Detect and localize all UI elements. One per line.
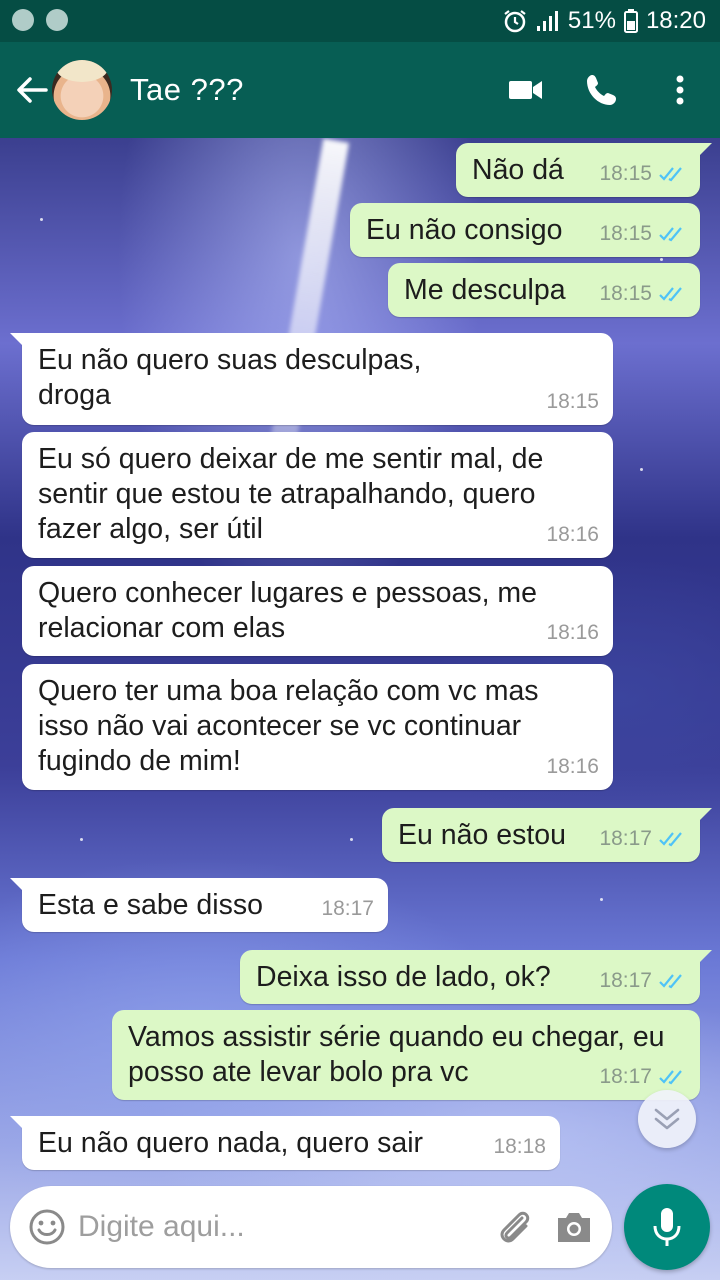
message-bubble-incoming[interactable]: Eu não quero nada, quero sair 18:18 — [10, 1116, 560, 1170]
message-meta: 18:16 — [546, 749, 599, 784]
message-meta: 18:16 — [546, 615, 599, 650]
message-text: Eu não quero suas desculpas, droga — [38, 344, 422, 411]
message-meta: 18:18 — [493, 1129, 546, 1164]
status-bar: 51% 18:20 — [0, 0, 720, 42]
message-time: 18:15 — [546, 390, 599, 413]
message-meta: 18:16 — [546, 517, 599, 552]
message-text: Quero conhecer lugares e pessoas, me rel… — [38, 577, 538, 644]
message-text: Quero ter uma boa relação com vc mas iss… — [38, 675, 539, 777]
message-time: 18:16 — [546, 755, 599, 778]
music-notification-icon — [12, 9, 34, 31]
message-text: Eu não consigo — [366, 214, 563, 246]
message-time: 18:17 — [599, 969, 652, 992]
wallpaper-star — [80, 838, 83, 841]
avatar[interactable] — [52, 60, 112, 120]
wallpaper-star — [640, 468, 643, 471]
message-bubble-outgoing[interactable]: Me desculpa 18:15 — [388, 263, 700, 317]
wallpaper-star — [40, 218, 43, 221]
double-check-icon — [659, 286, 682, 301]
mic-button[interactable] — [624, 1184, 710, 1270]
message-bubble-outgoing[interactable]: Deixa isso de lado, ok? 18:17 — [240, 950, 712, 1004]
clock: 18:20 — [645, 7, 706, 34]
message-time: 18:15 — [599, 282, 652, 305]
camera-icon[interactable] — [554, 1208, 594, 1246]
message-time: 18:15 — [599, 162, 652, 185]
chevron-down-icon — [654, 1108, 680, 1130]
status-right: 51% 18:20 — [502, 7, 706, 35]
message-input[interactable] — [78, 1204, 478, 1250]
message-meta: 18:15 — [546, 384, 599, 419]
message-time: 18:15 — [599, 222, 652, 245]
message-composer — [10, 1186, 612, 1268]
attach-icon[interactable] — [494, 1206, 534, 1248]
chat-header: Tae ??? — [0, 42, 720, 138]
wallpaper-star — [660, 258, 663, 261]
battery-percent: 51% — [567, 7, 616, 34]
double-check-icon — [659, 831, 682, 846]
contact-name[interactable]: Tae ??? — [130, 72, 244, 108]
mic-icon — [653, 1208, 681, 1246]
message-text: Me desculpa — [404, 274, 566, 306]
more-vert-icon[interactable] — [660, 70, 700, 110]
message-text: Esta e sabe disso — [38, 889, 263, 921]
double-check-icon — [659, 166, 682, 181]
message-time: 18:17 — [321, 897, 374, 920]
double-check-icon — [659, 1069, 682, 1084]
message-time: 18:18 — [493, 1135, 546, 1158]
wallpaper-star — [350, 838, 353, 841]
message-text: Eu não quero nada, quero sair — [38, 1127, 424, 1159]
battery-icon — [623, 9, 638, 33]
message-time: 18:16 — [546, 621, 599, 644]
scroll-to-bottom-button[interactable] — [638, 1090, 696, 1148]
message-bubble-outgoing[interactable]: Eu não estou 18:17 — [382, 808, 712, 862]
double-check-icon — [659, 226, 682, 241]
message-bubble-incoming[interactable]: Quero conhecer lugares e pessoas, me rel… — [22, 566, 613, 656]
message-time: 18:17 — [599, 827, 652, 850]
phone-icon[interactable] — [582, 70, 622, 110]
message-bubble-outgoing[interactable]: Vamos assistir série quando eu chegar, e… — [112, 1010, 700, 1100]
message-meta: 18:17 — [599, 1059, 686, 1094]
double-check-icon — [659, 973, 682, 988]
notification-icons — [12, 9, 68, 31]
signal-icon — [536, 11, 558, 31]
message-meta: 18:17 — [321, 891, 374, 926]
message-meta: 18:15 — [599, 156, 686, 191]
emoji-icon[interactable] — [28, 1208, 66, 1246]
message-time: 18:16 — [546, 523, 599, 546]
message-bubble-incoming[interactable]: Eu só quero deixar de me sentir mal, de … — [22, 432, 613, 558]
back-arrow-icon[interactable] — [12, 70, 52, 110]
alarm-icon — [504, 10, 526, 33]
message-bubble-incoming[interactable]: Eu não quero suas desculpas, droga 18:15 — [10, 333, 613, 425]
message-text: Eu só quero deixar de me sentir mal, de … — [38, 443, 544, 545]
video-call-icon[interactable] — [506, 70, 546, 110]
message-bubble-incoming[interactable]: Quero ter uma boa relação com vc mas iss… — [22, 664, 613, 790]
message-meta: 18:15 — [599, 216, 686, 251]
chat-area[interactable]: Não dá 18:15 Eu não consigo 18:15 Me des… — [0, 138, 720, 1280]
message-meta: 18:17 — [599, 963, 686, 998]
message-text: Eu não estou — [398, 819, 566, 851]
message-bubble-outgoing[interactable]: Não dá 18:15 — [456, 143, 712, 197]
message-text: Deixa isso de lado, ok? — [256, 961, 551, 993]
message-bubble-outgoing[interactable]: Eu não consigo 18:15 — [350, 203, 700, 257]
message-text: Vamos assistir série quando eu chegar, e… — [128, 1021, 665, 1088]
app-notification-icon — [46, 9, 68, 31]
message-meta: 18:17 — [599, 821, 686, 856]
message-meta: 18:15 — [599, 276, 686, 311]
message-text: Não dá — [472, 154, 564, 186]
wallpaper-star — [600, 898, 603, 901]
message-bubble-incoming[interactable]: Esta e sabe disso 18:17 — [10, 878, 388, 932]
message-time: 18:17 — [599, 1065, 652, 1088]
